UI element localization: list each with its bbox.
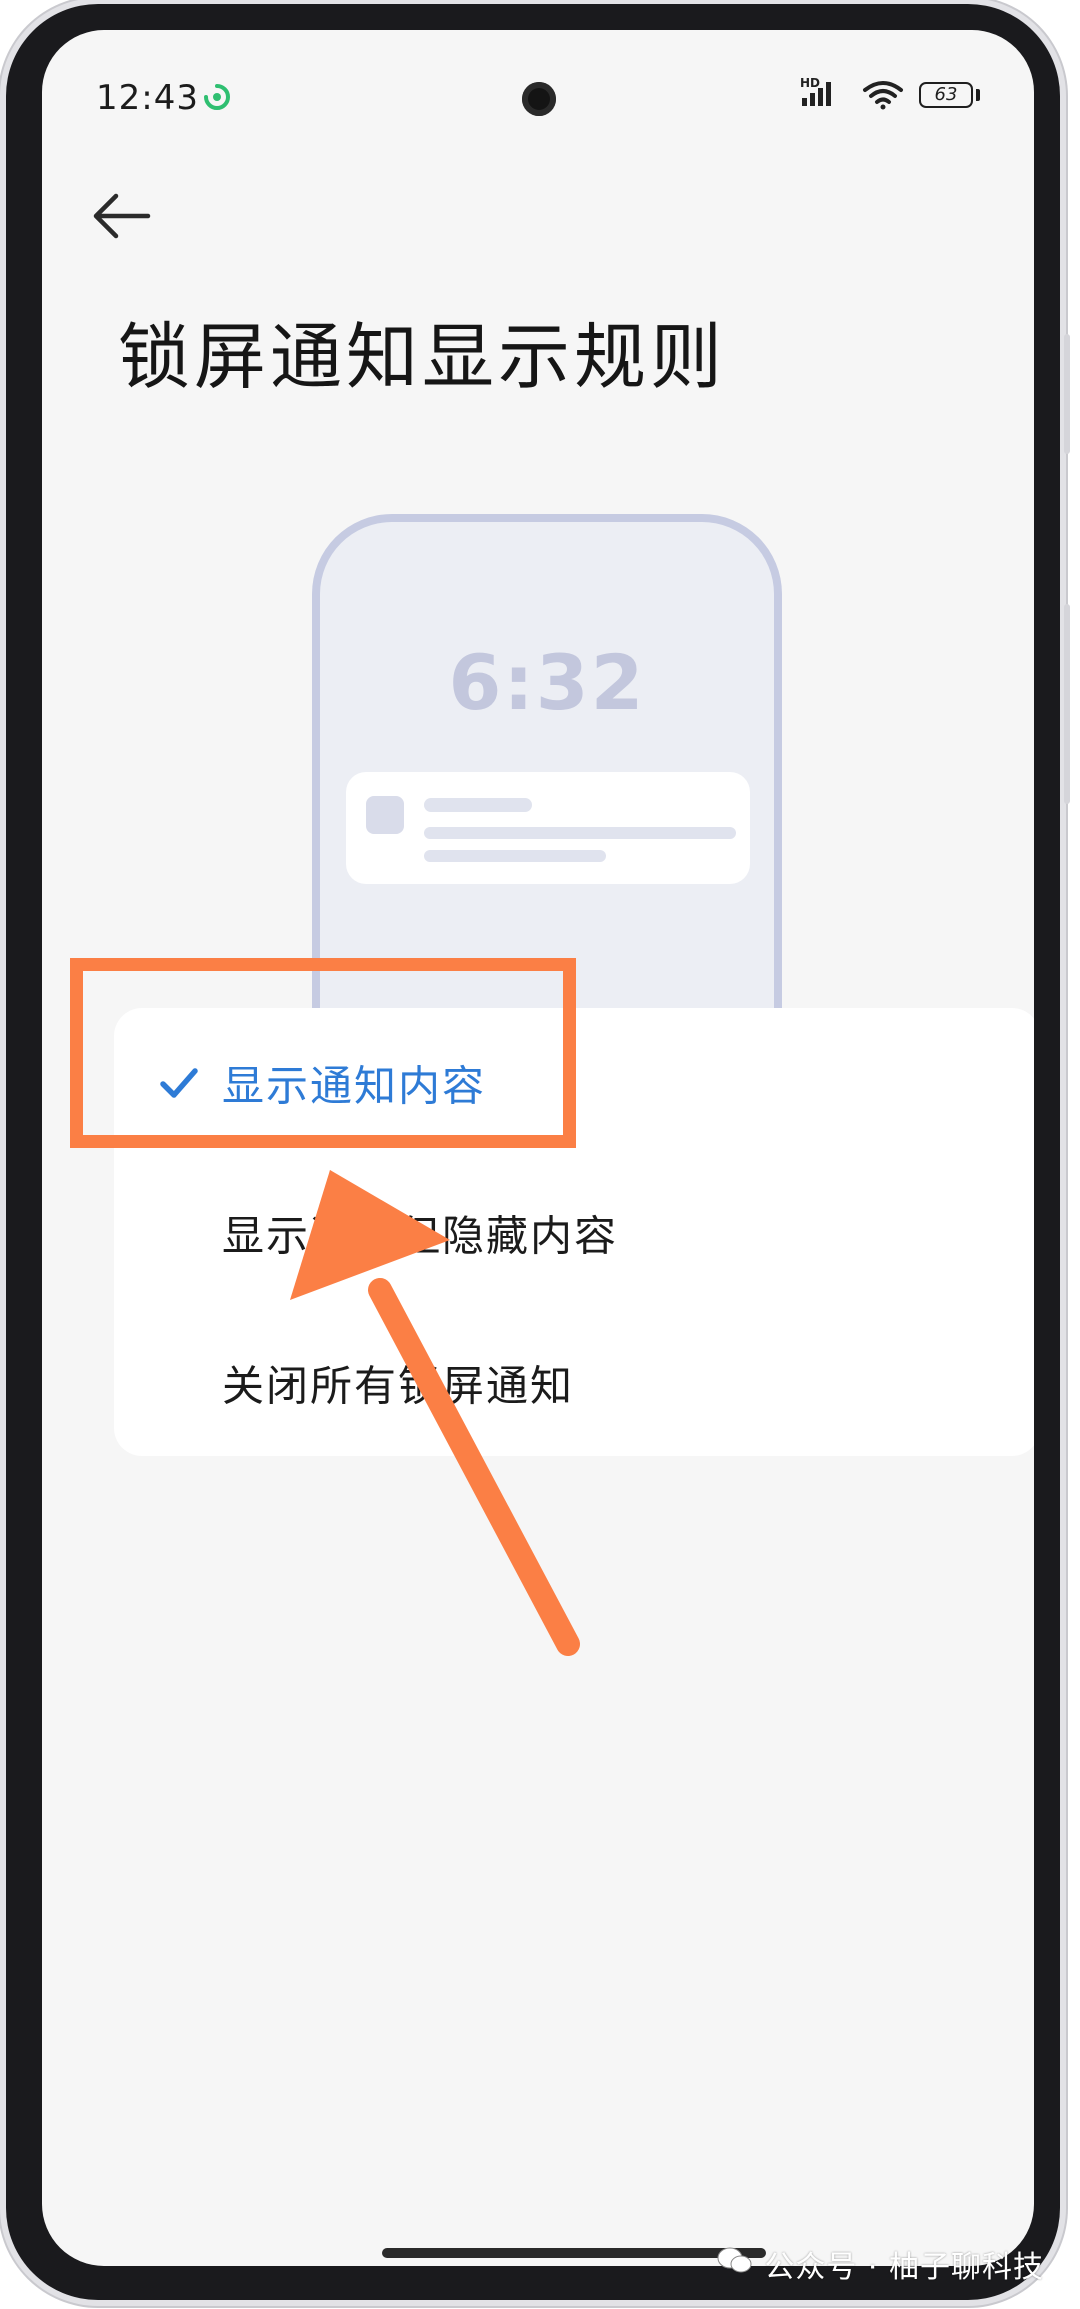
status-time: 12:43 (96, 78, 199, 118)
option-label: 关闭所有锁屏通知 (222, 1361, 575, 1411)
screen: 12:43 HD 63 锁屏通知显示规则 6:32 显示通知内容 显示通知但隐藏… (42, 30, 1034, 2266)
illustration-app-icon (366, 796, 404, 834)
option-disable-notifications[interactable]: 关闭所有锁屏通知 (114, 1308, 1034, 1458)
lockscreen-illustration: 6:32 (312, 514, 782, 1034)
phone-frame: 12:43 HD 63 锁屏通知显示规则 6:32 显示通知内容 显示通知但隐藏… (6, 4, 1070, 2300)
battery-icon: 63 (919, 82, 973, 108)
illustration-line (424, 850, 606, 862)
illustration-line (424, 827, 736, 839)
option-label: 显示通知但隐藏内容 (222, 1211, 619, 1261)
home-indicator[interactable] (382, 2248, 766, 2258)
wifi-icon (863, 81, 903, 110)
battery-tip (976, 89, 980, 101)
page-title: 锁屏通知显示规则 (118, 315, 727, 399)
watermark: 公众号 · 柚子聊科技 (717, 2242, 1044, 2286)
annotation-highlight-box (70, 958, 576, 1148)
watermark-text: 公众号 · 柚子聊科技 (764, 2250, 1044, 2285)
signal-icon (802, 82, 831, 106)
option-hide-content[interactable]: 显示通知但隐藏内容 (114, 1158, 1034, 1308)
power-button (1064, 604, 1070, 804)
volume-button (1064, 334, 1070, 454)
illustration-time: 6:32 (448, 638, 646, 727)
back-arrow-icon[interactable] (86, 186, 156, 246)
illustration-line (424, 798, 532, 812)
front-camera (522, 82, 556, 116)
wechat-icon (717, 2247, 752, 2273)
illustration-notification-card (346, 772, 750, 884)
sync-app-icon (204, 84, 230, 110)
